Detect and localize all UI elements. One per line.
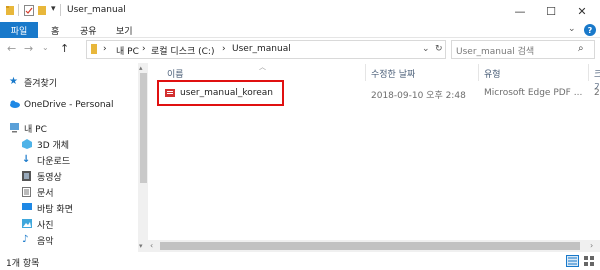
sidebar-item-label: 즐겨찾기 [24,78,58,89]
document-icon [22,187,33,197]
tab-home[interactable]: 홈 [51,24,59,37]
sidebar-item-favorites[interactable]: ★ 즐겨찾기 [9,74,57,90]
download-icon: ↓ [22,154,31,165]
quick-access-dropdown-icon[interactable]: ▾ [51,4,56,14]
breadcrumb-separator[interactable]: › [222,44,226,54]
up-arrow-icon[interactable]: ↑ [60,42,69,55]
breadcrumb-separator[interactable]: › [142,44,146,54]
new-folder-icon[interactable] [38,5,47,16]
picture-icon [22,219,33,229]
scroll-down-icon[interactable]: ▾ [139,242,143,250]
sidebar-scroll-thumb[interactable] [140,73,147,183]
sidebar-item-label: 내 PC [24,124,47,135]
breadcrumb-separator[interactable]: › [103,44,107,54]
close-button[interactable]: ✕ [567,2,597,20]
sort-up-icon: ︿ [259,63,266,71]
file-type: Microsoft Edge PDF ... [484,88,583,98]
music-icon: ♪ [22,234,29,245]
cube-icon [22,139,33,149]
properties-icon[interactable] [24,5,34,16]
sidebar-item-label: 바탕 화면 [37,204,73,215]
sidebar-item-label: 다운로드 [37,156,71,167]
column-type[interactable]: 유형 [484,67,501,80]
highlight-box [157,80,284,106]
recent-locations-icon[interactable]: ⌄ [42,43,49,52]
title-divider [60,4,61,16]
status-bar [0,252,600,270]
sidebar-item-label: 3D 개체 [37,140,70,151]
desktop-icon [22,203,33,213]
sidebar-item-label: 동영상 [37,172,62,183]
ribbon-expand-icon[interactable]: ⌄ [568,24,576,34]
column-divider[interactable] [478,64,479,81]
breadcrumb-local-disk[interactable]: 로컬 디스크 (C:) [151,44,214,57]
address-dropdown-icon[interactable]: ⌄ [422,44,430,54]
sidebar-item-3d-objects[interactable]: 3D 개체 [22,136,69,152]
sidebar-item-documents[interactable]: 문서 [22,184,54,200]
pc-icon [9,123,20,133]
sidebar-item-music[interactable]: ♪ 음악 [22,232,54,248]
scroll-left-icon[interactable]: ‹ [150,241,153,250]
breadcrumb-user-manual[interactable]: User_manual [232,44,291,54]
maximize-button[interactable]: ☐ [536,2,566,20]
column-name[interactable]: 이름 [167,67,184,80]
forward-arrow-icon[interactable]: → [24,42,33,55]
toolbar-divider [18,4,19,16]
scroll-right-icon[interactable]: › [590,241,593,250]
cloud-icon [9,100,20,110]
sidebar-item-onedrive[interactable]: OneDrive - Personal [9,97,114,113]
file-size: 2 [594,88,600,98]
sidebar-item-label: 음악 [37,236,54,247]
large-icons-view-icon[interactable] [583,255,596,267]
sidebar-item-label: OneDrive - Personal [24,100,114,110]
location-folder-icon [91,44,98,57]
back-arrow-icon[interactable]: ← [7,42,16,55]
sidebar-item-downloads[interactable]: ↓ 다운로드 [22,152,70,168]
search-placeholder[interactable]: User_manual 검색 [456,44,534,57]
refresh-icon[interactable]: ↻ [435,44,443,54]
breadcrumb-pc[interactable]: 내 PC [116,44,139,57]
details-view-icon[interactable] [566,255,579,267]
star-icon: ★ [9,76,18,87]
folder-icon [6,5,15,16]
sidebar-item-label: 사진 [37,220,54,231]
video-icon [22,171,33,181]
tab-file[interactable]: 파일 [0,22,38,38]
file-modified: 2018-09-10 오후 2:48 [371,91,466,101]
sidebar-item-this-pc[interactable]: 내 PC [9,120,47,136]
tab-view[interactable]: 보기 [116,24,133,37]
column-divider[interactable] [365,64,366,81]
scroll-up-icon[interactable]: ▴ [139,64,143,72]
sidebar-item-pictures[interactable]: 사진 [22,216,54,232]
column-modified[interactable]: 수정한 날짜 [371,67,415,80]
column-divider[interactable] [588,64,589,81]
horizontal-scroll-thumb[interactable] [160,242,580,250]
sidebar-item-label: 문서 [37,188,54,199]
search-icon[interactable]: ⌕ [578,43,584,54]
tab-share[interactable]: 공유 [80,24,97,37]
help-icon[interactable]: ? [584,24,596,36]
minimize-button[interactable]: — [505,2,535,20]
sidebar-item-videos[interactable]: 동영상 [22,168,62,184]
sidebar-item-desktop[interactable]: 바탕 화면 [22,200,73,216]
item-count: 1개 항목 [6,259,40,269]
window-title: User_manual [67,5,126,15]
